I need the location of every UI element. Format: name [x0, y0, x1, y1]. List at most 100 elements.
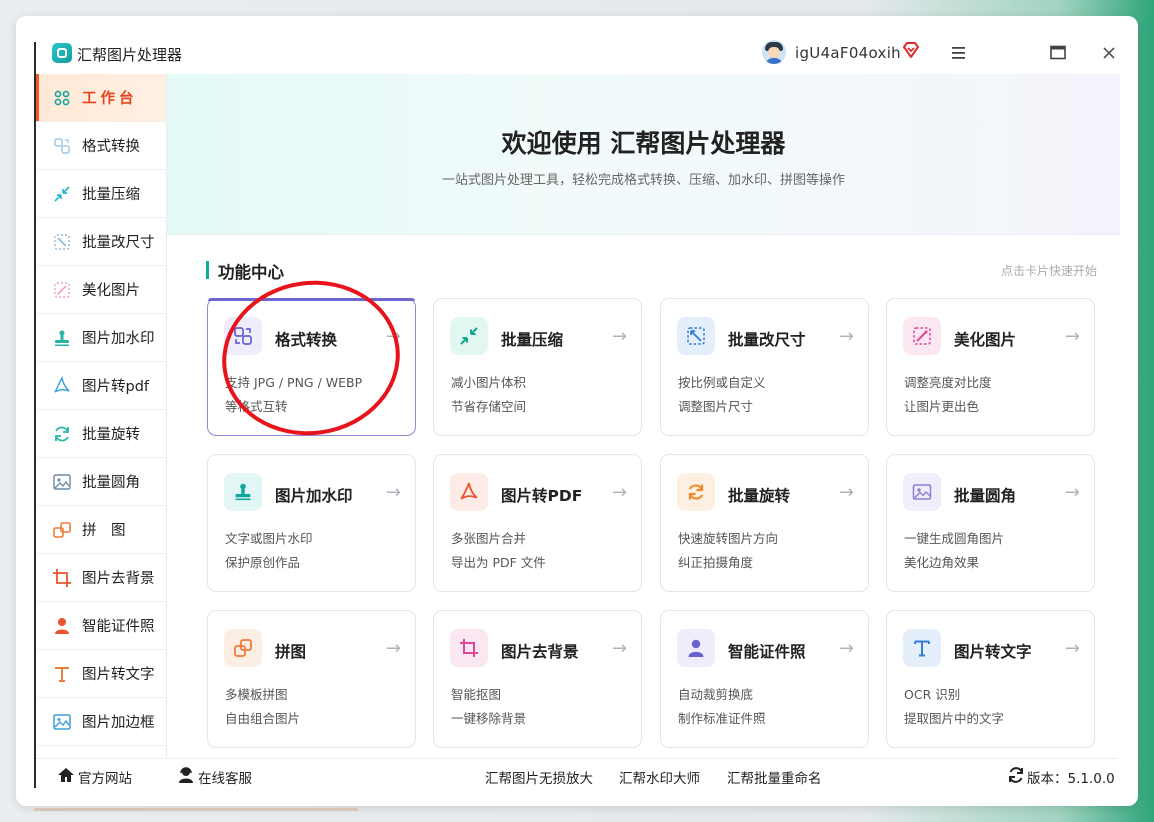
sidebar: 工作台 格式转换 批量压缩 批量改尺寸 美化图片 图片加水印 图片转pdf 批量…	[36, 74, 167, 760]
watermark-app-link[interactable]: 汇帮水印大师	[619, 767, 700, 787]
card-desc-line1: 一键生成圆角图片	[904, 531, 1005, 546]
card-desc-line1: OCR 识别	[904, 687, 961, 702]
website-link[interactable]: 官方网站	[78, 767, 132, 787]
upscale-app-link[interactable]: 汇帮图片无损放大	[485, 767, 593, 787]
username[interactable]: igU4aF04oxih	[795, 44, 901, 62]
section-accent-bar	[206, 261, 209, 279]
card-arrow-icon: →	[385, 482, 401, 503]
feature-card[interactable]: 批量压缩 → 减小图片体积 节省存储空间	[433, 298, 642, 436]
card-desc-line1: 自动裁剪换底	[678, 687, 754, 702]
card-desc-line1: 文字或图片水印	[225, 531, 313, 546]
refresh-icon[interactable]	[1007, 766, 1025, 784]
sidebar-item-pdf[interactable]: 图片转pdf	[36, 362, 166, 410]
home-icon	[58, 768, 74, 782]
text-icon	[55, 666, 69, 682]
support-icon	[179, 767, 193, 783]
card-desc-line2: 自由组合图片	[225, 711, 301, 726]
feature-card[interactable]: 美化图片 → 调整亮度对比度 让图片更出色	[886, 298, 1095, 436]
support-link[interactable]: 在线客服	[198, 767, 252, 787]
card-desc-line2: 制作标准证件照	[678, 711, 766, 726]
pdf-icon	[460, 482, 478, 500]
card-title: 智能证件照	[728, 643, 806, 661]
feature-card[interactable]: 图片转文字 → OCR 识别 提取图片中的文字	[886, 610, 1095, 748]
sidebar-item-dashboard[interactable]: 工作台	[36, 74, 166, 122]
resize-icon	[687, 327, 705, 345]
collage-icon	[53, 521, 71, 538]
card-desc-line1: 调整亮度对比度	[904, 375, 992, 390]
sidebar-item-rotate[interactable]: 批量旋转	[36, 410, 166, 458]
app-logo-icon	[52, 43, 72, 63]
hero-banner: 欢迎使用 汇帮图片处理器 一站式图片处理工具，轻松完成格式转换、压缩、加水印、拼…	[167, 74, 1120, 235]
sidebar-item-collage[interactable]: 拼 图	[36, 506, 166, 554]
card-desc-line2: 保护原创作品	[225, 555, 301, 570]
feature-card[interactable]: 图片加水印 → 文字或图片水印 保护原创作品	[207, 454, 416, 592]
compress-icon	[460, 327, 478, 345]
vip-diamond-icon[interactable]	[902, 41, 920, 59]
card-desc-line1: 减小图片体积	[451, 375, 527, 390]
avatar[interactable]	[762, 40, 786, 64]
sidebar-item-label: 批量压缩	[82, 187, 140, 203]
rename-app-link[interactable]: 汇帮批量重命名	[727, 767, 822, 787]
convert-icon	[234, 327, 252, 345]
maximize-icon[interactable]	[1049, 44, 1067, 62]
sidebar-item-label: 工作台	[82, 91, 138, 107]
card-arrow-icon: →	[1064, 482, 1080, 503]
sidebar-item-watermark[interactable]: 图片加水印	[36, 314, 166, 362]
sidebar-item-frame[interactable]: 图片加边框	[36, 698, 166, 746]
text-icon	[914, 640, 930, 657]
card-arrow-icon: →	[611, 638, 627, 659]
screen-root: 汇帮图片处理器 igU4aF04oxih 工作台 格式转换 批量压缩 批量改尺寸…	[0, 0, 1154, 822]
crop-icon	[460, 639, 478, 657]
person-icon	[55, 617, 69, 634]
card-icon-box	[677, 629, 715, 667]
feature-card[interactable]: 拼图 → 多模板拼图 自由组合图片	[207, 610, 416, 748]
card-desc-line1: 快速旋转图片方向	[678, 531, 779, 546]
card-icon-box	[903, 317, 941, 355]
sidebar-item-resize[interactable]: 批量改尺寸	[36, 218, 166, 266]
card-desc-line2: 美化边角效果	[904, 555, 980, 570]
sidebar-item-ocr[interactable]: 图片转文字	[36, 650, 166, 698]
round-corner-icon	[53, 473, 71, 490]
feature-card[interactable]: 图片去背景 → 智能抠图 一键移除背景	[433, 610, 642, 748]
crop-icon	[53, 568, 71, 587]
card-desc-line2: 节省存储空间	[451, 399, 527, 414]
close-icon[interactable]	[1100, 44, 1118, 62]
card-title: 批量压缩	[501, 331, 564, 349]
watermark-icon	[235, 483, 251, 501]
card-icon-box	[450, 473, 488, 511]
sidebar-item-label: 图片去背景	[82, 571, 155, 587]
sidebar-item-id-photo[interactable]: 智能证件照	[36, 602, 166, 650]
card-arrow-icon: →	[1064, 638, 1080, 659]
hero-title: 欢迎使用 汇帮图片处理器	[501, 129, 786, 158]
feature-card[interactable]: 批量圆角 → 一键生成圆角图片 美化边角效果	[886, 454, 1095, 592]
sidebar-item-round-corner[interactable]: 批量圆角	[36, 458, 166, 506]
card-icon-box	[677, 317, 715, 355]
sidebar-item-beautify[interactable]: 美化图片	[36, 266, 166, 314]
feature-card[interactable]: 批量旋转 → 快速旋转图片方向 纠正拍摄角度	[660, 454, 869, 592]
sidebar-item-convert[interactable]: 格式转换	[36, 122, 166, 170]
sidebar-item-compress[interactable]: 批量压缩	[36, 170, 166, 218]
pdf-icon	[54, 375, 70, 393]
feature-card[interactable]: 批量改尺寸 → 按比例或自定义 调整图片尺寸	[660, 298, 869, 436]
feature-grid: 格式转换 → 支持 JPG / PNG / WEBP 等格式互转 批量压缩 → …	[207, 298, 1097, 750]
card-desc-line1: 多模板拼图	[225, 687, 288, 702]
dashboard-icon	[54, 90, 70, 105]
card-icon-box	[450, 629, 488, 667]
card-desc-line2: 纠正拍摄角度	[678, 555, 754, 570]
card-desc-line1: 支持 JPG / PNG / WEBP	[225, 375, 363, 390]
feature-card[interactable]: 图片转PDF → 多张图片合并 导出为 PDF 文件	[433, 454, 642, 592]
rotate-icon	[55, 426, 69, 441]
sidebar-item-remove-bg[interactable]: 图片去背景	[36, 554, 166, 602]
compress-icon	[54, 185, 70, 202]
resize-icon	[54, 233, 70, 250]
sidebar-item-label: 格式转换	[82, 139, 140, 155]
card-desc-line2: 一键移除背景	[451, 711, 527, 726]
menu-icon[interactable]	[950, 44, 968, 62]
horizontal-scrollbar[interactable]	[34, 808, 358, 811]
card-desc-line2: 提取图片中的文字	[904, 711, 1005, 726]
card-title: 格式转换	[275, 331, 338, 349]
section-hint: 点击卡片快速开始	[1000, 264, 1097, 278]
feature-card[interactable]: 格式转换 → 支持 JPG / PNG / WEBP 等格式互转	[207, 298, 416, 436]
card-icon-box	[677, 473, 715, 511]
feature-card[interactable]: 智能证件照 → 自动裁剪换底 制作标准证件照	[660, 610, 869, 748]
